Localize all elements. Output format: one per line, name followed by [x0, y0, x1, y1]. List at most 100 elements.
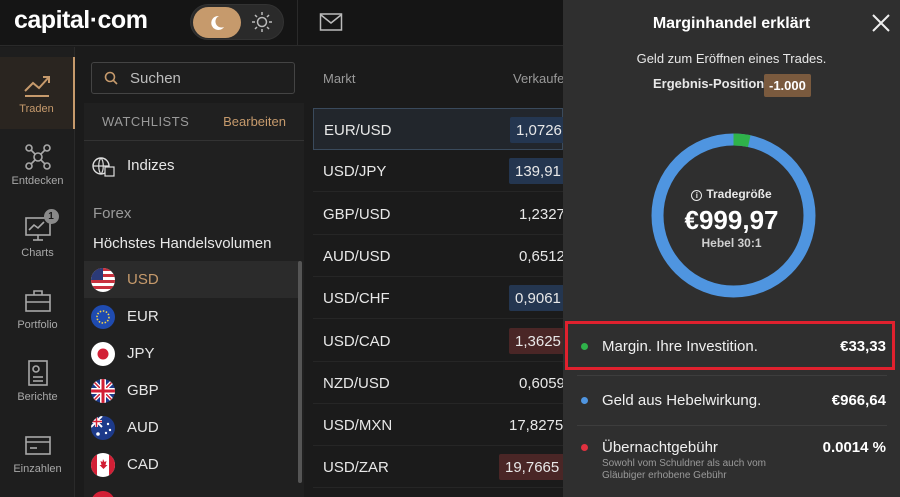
- margin-explainer-panel: Marginhandel erklärt Geld zum Eröffnen e…: [563, 0, 900, 497]
- sell-price[interactable]: 139,91: [509, 158, 567, 185]
- divider: [577, 425, 887, 426]
- au-flag-icon: [91, 415, 115, 440]
- nav-label: Charts: [21, 247, 54, 259]
- market-name: USD/ZAR: [323, 459, 389, 477]
- info-icon[interactable]: i: [691, 190, 703, 201]
- currency-label: CAD: [127, 456, 159, 473]
- divider: [577, 375, 887, 376]
- report-icon: [23, 359, 53, 387]
- close-icon[interactable]: [870, 12, 892, 34]
- globe-icon: [91, 154, 115, 178]
- trade-size-value: €999,97: [684, 205, 779, 235]
- trend-chart-icon: [22, 71, 52, 99]
- sell-price[interactable]: 19,7665: [499, 454, 566, 481]
- margin-highlight-box: [565, 321, 895, 370]
- market-row[interactable]: NZD/USD 0,6059: [313, 362, 565, 404]
- watchlist-header: WATCHLISTS Bearbeiten: [84, 103, 304, 141]
- market-row[interactable]: USD/ZAR 19,7665: [313, 446, 566, 489]
- nav-label: Portfolio: [17, 319, 58, 331]
- result-position-value: -1.000: [764, 74, 811, 97]
- briefcase-icon: [23, 287, 53, 315]
- brand-logo[interactable]: capital·com: [14, 6, 148, 35]
- chart-monitor-icon: 1: [23, 209, 59, 243]
- nav-item-charts[interactable]: 1 Charts: [0, 201, 75, 273]
- divider: [297, 0, 298, 46]
- nav-label: Berichte: [17, 391, 58, 403]
- market-row[interactable]: USD/CHF 0,9061: [313, 277, 567, 320]
- edit-watchlist-button[interactable]: Bearbeiten: [223, 114, 286, 129]
- nav-item-portfolio[interactable]: Portfolio: [0, 273, 75, 345]
- leverage-label: Hebel 30:1: [701, 236, 762, 250]
- search-input[interactable]: Suchen: [91, 62, 295, 94]
- market-row[interactable]: USD/MXN 17,8275: [313, 404, 563, 447]
- market-name: USD/JPY: [323, 163, 387, 181]
- currency-label: USD: [127, 271, 159, 288]
- result-position-label: Ergebnis-Position: [653, 76, 765, 91]
- currency-item-jpy[interactable]: JPY: [84, 335, 300, 372]
- currency-label: GBP: [127, 382, 159, 399]
- moon-icon[interactable]: [193, 7, 241, 38]
- currency-item-eur[interactable]: EUR: [84, 298, 300, 335]
- search-placeholder: Suchen: [130, 69, 181, 87]
- sun-icon[interactable]: [251, 11, 273, 33]
- market-row[interactable]: GBP/USD 1,2327: [313, 193, 565, 235]
- blue-dot-icon: [581, 397, 588, 404]
- ca-flag-icon: [91, 452, 115, 477]
- nav-item-einzahlen[interactable]: Einzahlen: [0, 417, 75, 489]
- network-icon: [23, 143, 53, 171]
- panel-subtitle: Geld zum Eröffnen eines Trades.: [636, 51, 827, 66]
- sell-price[interactable]: 1,0726: [510, 117, 568, 143]
- theme-toggle[interactable]: [190, 4, 284, 40]
- currency-item-usd[interactable]: USD: [84, 261, 300, 298]
- currency-item-gbp[interactable]: GBP: [84, 372, 300, 409]
- section-forex: Forex: [93, 205, 132, 222]
- currency-label: JPY: [127, 345, 155, 362]
- card-icon: [23, 431, 53, 459]
- nav-item-entdecken[interactable]: Entdecken: [0, 129, 75, 201]
- watchlist-title: WATCHLISTS: [102, 114, 190, 129]
- sell-price[interactable]: 1,3625: [509, 327, 567, 354]
- top-bar: capital·com: [0, 0, 563, 46]
- watchlist-panel: WATCHLISTS Bearbeiten Indizes Forex Höch…: [84, 103, 304, 497]
- panel-title: Marginhandel erklärt: [652, 15, 811, 32]
- market-name: USD/CHF: [323, 290, 390, 308]
- nav-item-berichte[interactable]: Berichte: [0, 345, 75, 417]
- legend-value: 0.0014 %: [822, 439, 886, 456]
- market-name: EUR/USD: [324, 122, 392, 139]
- search-icon: [104, 71, 118, 85]
- jp-flag-icon: [91, 341, 115, 366]
- us-flag-icon: [91, 267, 115, 292]
- nav-label: Einzahlen: [13, 463, 62, 475]
- red-dot-icon: [581, 444, 588, 451]
- legend-note: Sowohl vom Schuldner als auch vom Gläubi…: [602, 458, 766, 481]
- partial-flag-icon: [91, 491, 115, 497]
- legend-value: €966,64: [831, 392, 886, 409]
- watchlist-scrollbar[interactable]: [298, 261, 302, 483]
- market-row[interactable]: AUD/USD 0,6512: [313, 235, 565, 277]
- watchlist-item-indices[interactable]: Indizes: [84, 147, 300, 184]
- market-name: AUD/USD: [323, 247, 391, 265]
- market-name: NZD/USD: [323, 374, 390, 392]
- market-row[interactable]: EUR/USD 1,0726: [313, 108, 568, 150]
- sell-price[interactable]: 17,8275: [503, 412, 569, 438]
- market-row[interactable]: USD/CAD 1,3625: [313, 320, 567, 362]
- currency-item-cad[interactable]: CAD: [84, 446, 300, 483]
- uk-flag-icon: [91, 378, 115, 403]
- left-nav: Traden Entdecken 1 Charts Portfolio Beri…: [0, 47, 75, 497]
- legend-label: Geld aus Hebelwirkung.: [602, 392, 762, 409]
- market-name: USD/MXN: [323, 417, 393, 435]
- column-header-market[interactable]: Markt: [323, 71, 356, 86]
- nav-label: Entdecken: [11, 175, 64, 187]
- eu-flag-icon: [91, 304, 115, 329]
- market-row[interactable]: USD/JPY 139,91: [313, 150, 567, 193]
- legend-label: Übernachtgebühr: [602, 439, 718, 456]
- market-name: GBP/USD: [323, 205, 391, 223]
- nav-item-traden[interactable]: Traden: [0, 57, 75, 129]
- section-top-volume: Höchstes Handelsvolumen: [93, 235, 272, 252]
- sell-price[interactable]: 0,9061: [509, 285, 567, 312]
- trade-size-label: i Tradegröße: [563, 187, 900, 201]
- column-header-sell[interactable]: Verkaufe: [513, 71, 564, 86]
- currency-item-aud[interactable]: AUD: [84, 409, 300, 446]
- mail-icon[interactable]: [319, 12, 343, 32]
- notification-badge: 1: [43, 209, 59, 224]
